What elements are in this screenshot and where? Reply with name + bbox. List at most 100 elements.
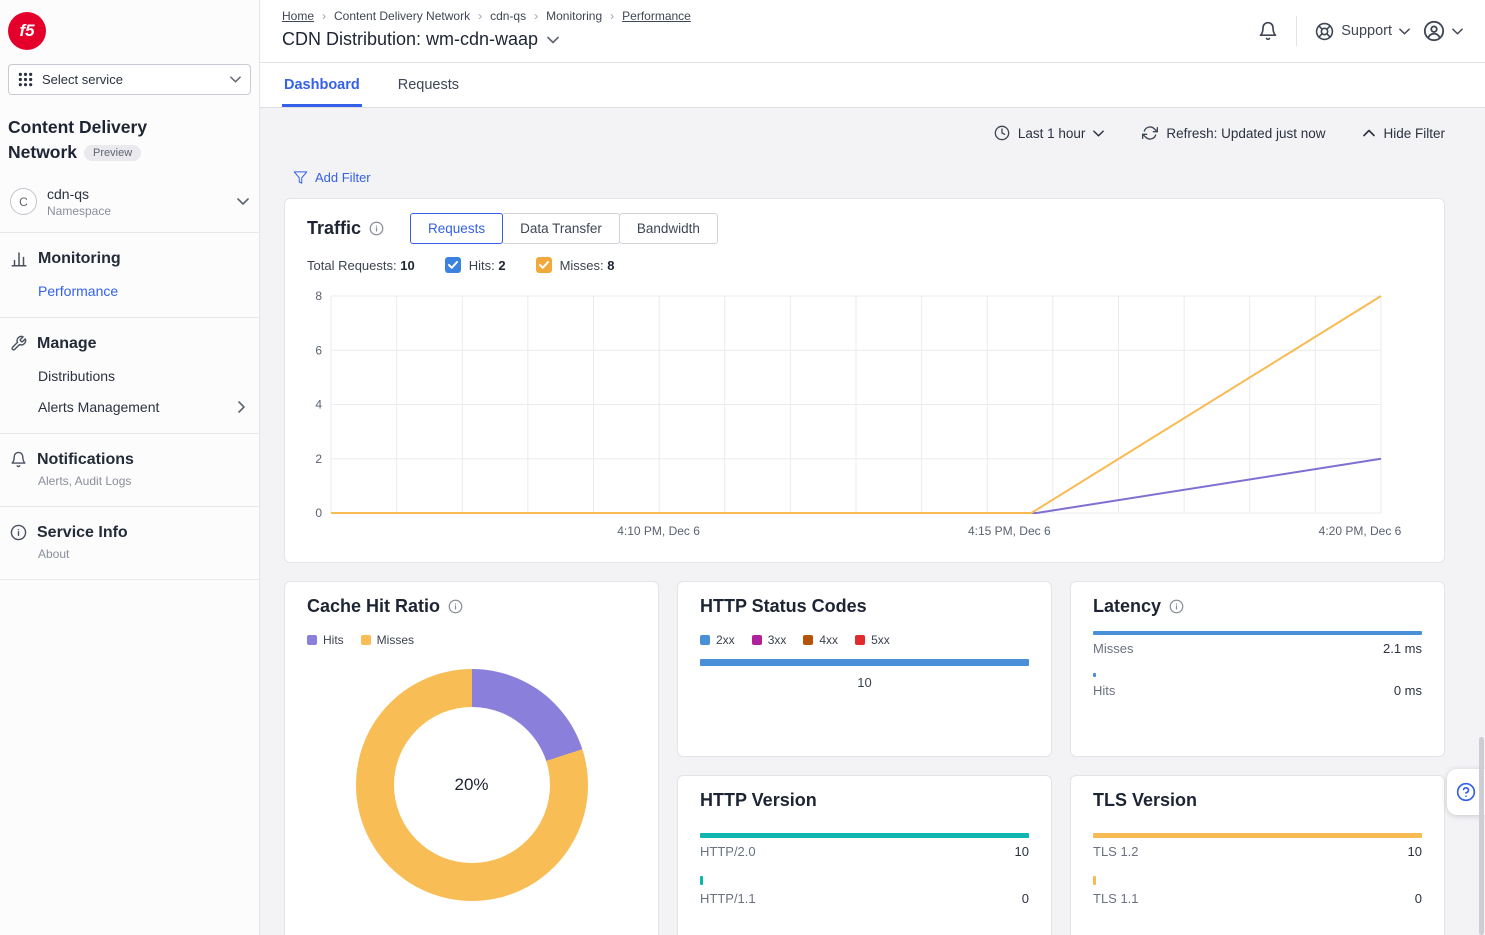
main-area: Home › Content Delivery Network › cdn-qs… bbox=[260, 0, 1485, 935]
tls-version-bars: TLS 1.210 TLS 1.10 bbox=[1093, 833, 1422, 906]
f5-logo-text: f5 bbox=[19, 21, 34, 41]
sidebar-item-monitoring[interactable]: Monitoring bbox=[10, 250, 249, 268]
namespace-name: cdn-qs bbox=[47, 186, 111, 202]
bell-icon bbox=[10, 451, 27, 468]
http-status-codes-card: HTTP Status Codes 2xx3xx4xx5xx 10 bbox=[677, 581, 1052, 757]
topbar: Home › Content Delivery Network › cdn-qs… bbox=[260, 0, 1485, 63]
metric-row: HTTP/2.010 bbox=[700, 833, 1029, 859]
traffic-stats: Total Requests: 10 Hits: 2 Misses: 8 bbox=[307, 257, 1422, 273]
metric-label: Hits bbox=[1093, 683, 1115, 698]
info-icon[interactable] bbox=[448, 599, 463, 614]
sidebar-item-alerts-management[interactable]: Alerts Management bbox=[38, 399, 245, 415]
tls-version-card: TLS Version TLS 1.210 TLS 1.10 bbox=[1070, 775, 1445, 935]
support-label: Support bbox=[1341, 23, 1392, 39]
notifications-sublabel: Alerts, Audit Logs bbox=[38, 474, 249, 488]
add-filter-button[interactable]: Add Filter bbox=[293, 170, 371, 185]
f5-logo[interactable]: f5 bbox=[8, 12, 46, 50]
alerts-bell-button[interactable] bbox=[1258, 21, 1278, 41]
sidebar-item-service-info[interactable]: Service Info bbox=[10, 524, 249, 542]
status-codes-legend: 2xx3xx4xx5xx bbox=[700, 633, 1029, 647]
chevron-down-icon bbox=[237, 198, 249, 205]
info-icon[interactable] bbox=[369, 221, 384, 236]
preview-badge: Preview bbox=[84, 145, 141, 161]
tab-requests[interactable]: Requests bbox=[396, 63, 461, 107]
http-status-codes-title: HTTP Status Codes bbox=[700, 596, 867, 617]
traffic-line-chart: 024684:10 PM, Dec 64:15 PM, Dec 64:20 PM… bbox=[307, 281, 1422, 542]
cache-donut-chart: 20% bbox=[356, 669, 588, 901]
select-service-dropdown[interactable]: Select service bbox=[8, 64, 251, 95]
legend-swatch bbox=[361, 635, 371, 645]
time-range-label: Last 1 hour bbox=[1018, 126, 1086, 141]
chevron-down-icon bbox=[1093, 130, 1104, 137]
metric-bar bbox=[700, 833, 1029, 838]
toggle-requests-button[interactable]: Requests bbox=[410, 213, 503, 244]
add-filter-label: Add Filter bbox=[315, 170, 371, 185]
cache-hit-ratio-card: Cache Hit Ratio HitsMisses 20% bbox=[284, 581, 659, 935]
metric-label: HTTP/2.0 bbox=[700, 844, 756, 859]
checkbox-checked-icon bbox=[445, 257, 461, 273]
svg-text:0: 0 bbox=[315, 506, 322, 520]
page-title: CDN Distribution: wm-cdn-waap bbox=[282, 29, 538, 50]
product-title: Content Delivery NetworkPreview bbox=[0, 103, 259, 174]
refresh-button[interactable]: Refresh: Updated just now bbox=[1142, 125, 1325, 141]
refresh-label: Refresh: Updated just now bbox=[1166, 126, 1325, 141]
metrics-grid: Cache Hit Ratio HitsMisses 20% HTTP Stat… bbox=[284, 581, 1445, 935]
refresh-icon bbox=[1142, 125, 1158, 141]
sidebar-item-performance[interactable]: Performance bbox=[38, 283, 249, 299]
namespace-selector[interactable]: C cdn-qs Namespace bbox=[0, 174, 259, 233]
tab-dashboard[interactable]: Dashboard bbox=[282, 63, 362, 107]
dashboard-content: Last 1 hour Refresh: Updated just now Hi… bbox=[260, 108, 1485, 935]
support-lifebuoy-icon bbox=[1315, 22, 1334, 41]
metric-bar bbox=[1093, 833, 1422, 838]
metric-bar bbox=[700, 876, 703, 885]
namespace-avatar: C bbox=[10, 188, 37, 215]
vertical-divider bbox=[1296, 16, 1297, 46]
monitoring-label: Monitoring bbox=[38, 250, 121, 268]
account-menu[interactable] bbox=[1423, 20, 1463, 42]
help-circle-icon bbox=[1456, 782, 1476, 802]
time-range-selector[interactable]: Last 1 hour bbox=[994, 125, 1105, 141]
service-info-label: Service Info bbox=[37, 524, 128, 542]
sidebar-item-notifications[interactable]: Notifications bbox=[10, 451, 249, 469]
misses-checkbox[interactable]: Misses: 8 bbox=[536, 257, 615, 273]
wrench-icon bbox=[10, 335, 27, 352]
hits-checkbox[interactable]: Hits: 2 bbox=[445, 257, 506, 273]
traffic-title: Traffic bbox=[307, 218, 361, 239]
tls-version-title: TLS Version bbox=[1093, 790, 1197, 811]
metric-value: 0 bbox=[1415, 891, 1422, 906]
metric-row: TLS 1.210 bbox=[1093, 833, 1422, 859]
tab-bar: Dashboard Requests bbox=[260, 63, 1485, 108]
clock-icon bbox=[994, 125, 1010, 141]
legend-swatch bbox=[700, 635, 710, 645]
user-avatar-icon bbox=[1423, 20, 1445, 42]
nav-section-notifications: Notifications Alerts, Audit Logs bbox=[0, 434, 259, 507]
status-2xx-value: 10 bbox=[700, 675, 1029, 690]
sidebar-item-manage[interactable]: Manage bbox=[10, 335, 249, 353]
legend-item: 5xx bbox=[855, 633, 890, 647]
hits-value: 2 bbox=[498, 258, 505, 273]
filter-funnel-icon bbox=[293, 170, 308, 185]
info-icon[interactable] bbox=[1169, 599, 1184, 614]
breadcrumb-content-delivery-network[interactable]: Content Delivery Network bbox=[334, 9, 470, 23]
toggle-data-transfer-button[interactable]: Data Transfer bbox=[502, 213, 620, 244]
title-chevron-down-icon[interactable] bbox=[547, 36, 559, 44]
svg-text:4:20 PM, Dec 6: 4:20 PM, Dec 6 bbox=[1319, 524, 1402, 538]
total-requests-value: 10 bbox=[400, 258, 414, 273]
hide-filter-label: Hide Filter bbox=[1383, 126, 1445, 141]
misses-label: Misses: bbox=[560, 258, 604, 273]
breadcrumb-separator: › bbox=[610, 9, 614, 23]
support-menu[interactable]: Support bbox=[1315, 22, 1410, 41]
sidebar-item-distributions[interactable]: Distributions bbox=[38, 368, 249, 384]
breadcrumb-monitoring[interactable]: Monitoring bbox=[546, 9, 602, 23]
breadcrumb-separator: › bbox=[322, 9, 326, 23]
legend-item: Hits bbox=[307, 633, 344, 647]
cache-legend: HitsMisses bbox=[307, 633, 636, 647]
hide-filter-toggle[interactable]: Hide Filter bbox=[1363, 126, 1445, 141]
svg-text:4:10 PM, Dec 6: 4:10 PM, Dec 6 bbox=[617, 524, 700, 538]
breadcrumb-cdn-qs[interactable]: cdn-qs bbox=[490, 9, 526, 23]
breadcrumb-home[interactable]: Home bbox=[282, 9, 314, 23]
breadcrumb-performance[interactable]: Performance bbox=[622, 9, 691, 23]
scrollbar[interactable] bbox=[1479, 737, 1484, 935]
toggle-bandwidth-button[interactable]: Bandwidth bbox=[619, 213, 718, 244]
metric-value: 10 bbox=[1408, 844, 1422, 859]
